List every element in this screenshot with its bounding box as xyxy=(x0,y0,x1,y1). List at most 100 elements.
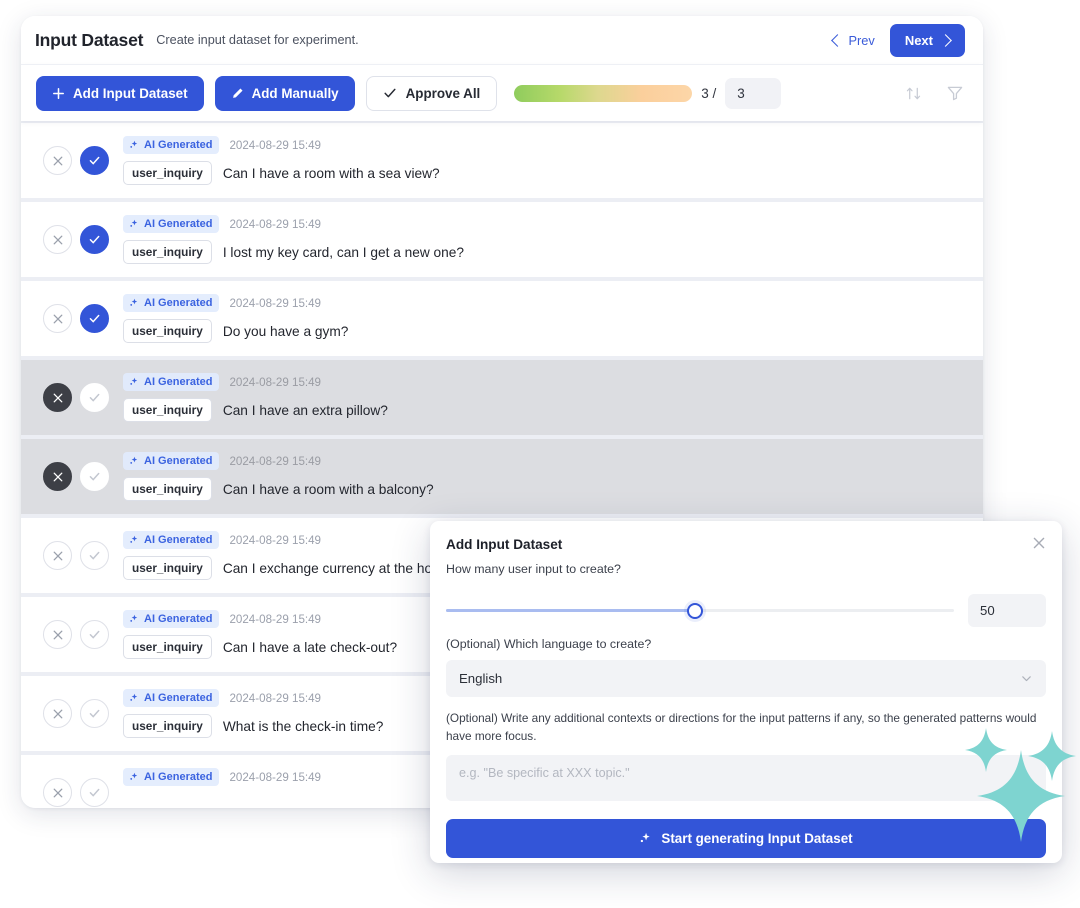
row-body: AI Generated 2024-08-29 15:49 user_inqui… xyxy=(123,768,321,808)
progress-bar xyxy=(514,84,693,102)
approve-button[interactable] xyxy=(80,225,109,254)
row-body: AI Generated 2024-08-29 15:49 user_inqui… xyxy=(123,610,397,659)
close-icon xyxy=(53,314,62,323)
row-timestamp: 2024-08-29 15:49 xyxy=(229,533,322,547)
ai-generated-badge: AI Generated xyxy=(123,689,220,707)
context-textarea[interactable] xyxy=(446,755,1046,802)
row-timestamp: 2024-08-29 15:49 xyxy=(229,138,322,152)
row-actions xyxy=(43,146,109,175)
ai-generated-label: AI Generated xyxy=(144,218,213,230)
row-tag: user_inquiry xyxy=(123,319,212,343)
sparkle-icon xyxy=(130,614,138,622)
row-text: Can I have an extra pillow? xyxy=(222,402,388,418)
slider-thumb[interactable] xyxy=(686,602,703,619)
count-input[interactable] xyxy=(968,594,1046,627)
row-text: I lost my key card, can I get a new one? xyxy=(222,244,464,260)
prev-button[interactable]: Prev xyxy=(829,28,879,53)
reject-button[interactable] xyxy=(43,225,72,254)
row-timestamp: 2024-08-29 15:49 xyxy=(229,375,322,389)
add-input-dataset-modal: Add Input Dataset How many user input to… xyxy=(430,521,1062,863)
approve-button[interactable] xyxy=(80,462,109,491)
row-meta: AI Generated 2024-08-29 15:49 xyxy=(123,294,348,312)
list-item[interactable]: AI Generated 2024-08-29 15:49 user_inqui… xyxy=(21,123,983,198)
add-input-dataset-button[interactable]: Add Input Dataset xyxy=(36,75,204,111)
row-body: AI Generated 2024-08-29 15:49 user_inqui… xyxy=(123,215,464,264)
ai-generated-label: AI Generated xyxy=(144,455,213,467)
approval-progress: 3 / xyxy=(514,77,782,109)
row-content: user_inquiry I lost my key card, can I g… xyxy=(123,240,464,264)
check-icon xyxy=(89,551,100,560)
row-timestamp: 2024-08-29 15:49 xyxy=(229,296,322,310)
row-timestamp: 2024-08-29 15:49 xyxy=(229,454,322,468)
sort-icon[interactable] xyxy=(903,83,924,104)
approve-button[interactable] xyxy=(80,778,109,807)
reject-button[interactable] xyxy=(43,304,72,333)
total-count-input[interactable] xyxy=(725,77,782,109)
approve-button[interactable] xyxy=(80,304,109,333)
row-text: Can I have a late check-out? xyxy=(222,639,398,655)
check-icon xyxy=(89,314,100,323)
close-icon xyxy=(53,235,62,244)
reject-button[interactable] xyxy=(43,462,72,491)
filter-icon[interactable] xyxy=(944,82,966,104)
screen-root: Input Dataset Create input dataset for e… xyxy=(0,0,1080,908)
reject-button[interactable] xyxy=(43,699,72,728)
row-content: user_inquiry What is the check-in time? xyxy=(123,714,383,738)
check-icon xyxy=(89,235,100,244)
approve-button[interactable] xyxy=(80,541,109,570)
list-item[interactable]: AI Generated 2024-08-29 15:49 user_inqui… xyxy=(21,202,983,277)
row-meta: AI Generated 2024-08-29 15:49 xyxy=(123,689,383,707)
language-label: (Optional) Which language to create? xyxy=(446,637,652,651)
count-slider[interactable] xyxy=(446,602,954,620)
row-actions xyxy=(43,541,109,570)
prev-button-label: Prev xyxy=(848,32,875,48)
reject-button[interactable] xyxy=(43,383,72,412)
add-manually-button[interactable]: Add Manually xyxy=(214,75,355,111)
close-icon xyxy=(53,472,62,481)
approve-button[interactable] xyxy=(80,699,109,728)
card-header: Input Dataset Create input dataset for e… xyxy=(21,16,983,64)
sparkle-icon xyxy=(130,772,138,780)
pencil-icon xyxy=(232,87,243,98)
row-content: user_inquiry Can I exchange currency at … xyxy=(123,556,454,580)
next-button[interactable]: Next xyxy=(889,23,965,57)
row-text: Can I exchange currency at the hotel? xyxy=(222,560,455,576)
check-icon xyxy=(89,156,100,165)
row-tag: user_inquiry xyxy=(123,714,212,738)
approve-all-label: Approve All xyxy=(405,85,481,101)
approve-all-button[interactable]: Approve All xyxy=(365,75,498,111)
row-text: Can I have a room with a sea view? xyxy=(222,165,440,181)
reject-button[interactable] xyxy=(43,620,72,649)
count-slider-row xyxy=(446,594,1046,627)
row-body: AI Generated 2024-08-29 15:49 user_inqui… xyxy=(123,294,348,343)
sparkle-icon xyxy=(130,693,138,701)
check-icon xyxy=(384,88,396,98)
language-select-value: English xyxy=(459,671,503,686)
check-icon xyxy=(89,393,100,402)
context-label: (Optional) Write any additional contexts… xyxy=(446,711,1037,743)
approved-count: 3 / xyxy=(701,85,717,101)
approve-button[interactable] xyxy=(80,620,109,649)
modal-title: Add Input Dataset xyxy=(446,537,563,552)
row-content: user_inquiry Can I have a room with a se… xyxy=(123,161,440,185)
start-generating-button[interactable]: Start generating Input Dataset xyxy=(446,819,1046,859)
approve-button[interactable] xyxy=(80,146,109,175)
ai-generated-badge: AI Generated xyxy=(123,452,220,470)
toolbar: Add Input Dataset Add Manually Approve A… xyxy=(21,64,983,121)
approve-button[interactable] xyxy=(80,383,109,412)
row-actions xyxy=(43,462,109,491)
ai-generated-label: AI Generated xyxy=(144,692,213,704)
language-select[interactable]: English xyxy=(446,660,1046,697)
reject-button[interactable] xyxy=(43,146,72,175)
list-item[interactable]: AI Generated 2024-08-29 15:49 user_inqui… xyxy=(21,439,983,514)
close-icon[interactable] xyxy=(1028,532,1050,554)
header-nav: Prev Next xyxy=(829,23,965,57)
list-item[interactable]: AI Generated 2024-08-29 15:49 user_inqui… xyxy=(21,360,983,435)
check-icon xyxy=(89,630,100,639)
reject-button[interactable] xyxy=(43,541,72,570)
list-item[interactable]: AI Generated 2024-08-29 15:49 user_inqui… xyxy=(21,281,983,356)
reject-button[interactable] xyxy=(43,778,72,807)
row-timestamp: 2024-08-29 15:49 xyxy=(229,770,322,784)
row-tag: user_inquiry xyxy=(123,161,212,185)
add-manually-label: Add Manually xyxy=(251,85,339,101)
